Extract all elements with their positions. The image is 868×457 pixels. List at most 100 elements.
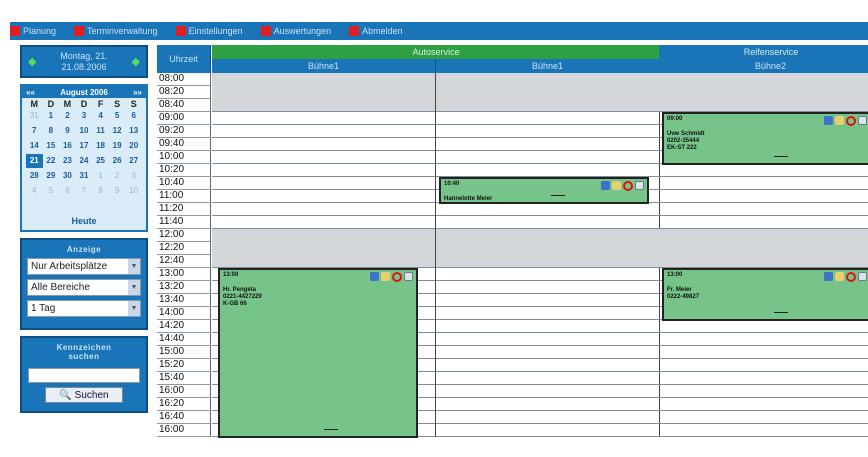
- time-slot[interactable]: [659, 203, 868, 216]
- calendar-day[interactable]: 17: [76, 139, 93, 153]
- time-slot[interactable]: [212, 151, 435, 164]
- time-slot[interactable]: [436, 164, 659, 177]
- time-slot[interactable]: [659, 359, 868, 372]
- cancel-icon[interactable]: [392, 272, 402, 282]
- calendar-day-selected[interactable]: 21: [26, 154, 43, 168]
- calendar-day[interactable]: 7: [26, 124, 43, 138]
- time-slot[interactable]: [212, 190, 435, 203]
- calendar-day[interactable]: 12: [109, 124, 126, 138]
- calendar-day[interactable]: 26: [109, 154, 126, 168]
- calendar-day[interactable]: 5: [43, 184, 60, 198]
- calendar-day[interactable]: 5: [109, 109, 126, 123]
- calendar-day[interactable]: 3: [76, 109, 93, 123]
- calendar-day[interactable]: 14: [26, 139, 43, 153]
- info-icon[interactable]: [370, 272, 379, 281]
- calendar-day[interactable]: 15: [43, 139, 60, 153]
- time-slot[interactable]: [659, 385, 868, 398]
- calendar-day[interactable]: 6: [125, 109, 142, 123]
- cancel-icon[interactable]: [846, 116, 856, 126]
- appointment[interactable]: 13:00 Hr. Pengeta 0221-4427229 K-GB 66: [218, 268, 418, 438]
- time-slot[interactable]: [436, 346, 659, 359]
- time-slot[interactable]: [436, 125, 659, 138]
- info-icon[interactable]: [601, 181, 610, 190]
- calendar-day[interactable]: 2: [59, 109, 76, 123]
- time-slot[interactable]: [436, 307, 659, 320]
- time-slot[interactable]: [659, 333, 868, 346]
- calendar-day[interactable]: 7: [76, 184, 93, 198]
- calendar-day[interactable]: 24: [76, 154, 93, 168]
- time-slot[interactable]: [436, 359, 659, 372]
- resize-handle[interactable]: [323, 429, 338, 430]
- time-slot[interactable]: [436, 268, 659, 281]
- time-slot[interactable]: [436, 424, 659, 437]
- time-slot[interactable]: [212, 138, 435, 151]
- time-slot[interactable]: [436, 112, 659, 125]
- calendar-day[interactable]: 10: [76, 124, 93, 138]
- time-slot[interactable]: [436, 138, 659, 151]
- calendar-day[interactable]: 19: [109, 139, 126, 153]
- calendar-day[interactable]: 6: [59, 184, 76, 198]
- today-link[interactable]: Heute: [22, 216, 146, 226]
- time-slot[interactable]: [436, 203, 659, 216]
- time-slot[interactable]: [659, 372, 868, 385]
- menu-item-1[interactable]: Terminverwaltung: [74, 22, 158, 40]
- time-slot[interactable]: [659, 398, 868, 411]
- calendar-day[interactable]: 9: [109, 184, 126, 198]
- plate-search-input[interactable]: [28, 368, 140, 383]
- time-slot[interactable]: [436, 333, 659, 346]
- time-slot[interactable]: [659, 216, 868, 229]
- time-slot[interactable]: [436, 411, 659, 424]
- time-slot[interactable]: [659, 164, 868, 177]
- edit-icon[interactable]: [835, 272, 844, 281]
- time-slot[interactable]: [212, 216, 435, 229]
- calendar-day[interactable]: 3: [125, 169, 142, 183]
- menu-item-4[interactable]: Abmelden: [349, 22, 403, 40]
- time-slot[interactable]: [659, 411, 868, 424]
- calendar-day[interactable]: 25: [92, 154, 109, 168]
- move-icon[interactable]: [858, 116, 867, 125]
- calendar-day[interactable]: 20: [125, 139, 142, 153]
- time-slot[interactable]: [212, 112, 435, 125]
- time-slot[interactable]: [659, 190, 868, 203]
- time-slot[interactable]: [212, 203, 435, 216]
- info-icon[interactable]: [824, 116, 833, 125]
- time-slot[interactable]: [436, 151, 659, 164]
- search-button[interactable]: 🔍 Suchen: [45, 387, 123, 403]
- calendar-day[interactable]: 2: [109, 169, 126, 183]
- appointment[interactable]: 10:40 Hannelotte Meier: [439, 177, 649, 204]
- move-icon[interactable]: [635, 181, 644, 190]
- calendar-day[interactable]: 8: [92, 184, 109, 198]
- time-slot[interactable]: [212, 125, 435, 138]
- workplace-filter-select[interactable]: Nur Arbeitsplätze ▼: [27, 258, 141, 275]
- resize-handle[interactable]: [773, 156, 788, 157]
- calendar-day[interactable]: 4: [26, 184, 43, 198]
- time-slot[interactable]: [436, 281, 659, 294]
- time-slot[interactable]: [659, 177, 868, 190]
- cancel-icon[interactable]: [623, 181, 633, 191]
- time-slot[interactable]: [659, 346, 868, 359]
- time-slot[interactable]: [436, 320, 659, 333]
- calendar-day[interactable]: 31: [76, 169, 93, 183]
- calendar-day[interactable]: 28: [26, 169, 43, 183]
- time-slot[interactable]: [436, 398, 659, 411]
- calendar-day[interactable]: 13: [125, 124, 142, 138]
- info-icon[interactable]: [824, 272, 833, 281]
- range-select[interactable]: 1 Tag ▼: [27, 300, 141, 317]
- edit-icon[interactable]: [612, 181, 621, 190]
- menu-item-2[interactable]: Einstellungen: [175, 22, 243, 40]
- calendar-day[interactable]: 16: [59, 139, 76, 153]
- edit-icon[interactable]: [381, 272, 390, 281]
- resize-handle[interactable]: [773, 312, 788, 313]
- calendar-day[interactable]: 27: [125, 154, 142, 168]
- calendar-day[interactable]: 8: [43, 124, 60, 138]
- calendar-day[interactable]: 10: [125, 184, 142, 198]
- calendar-day[interactable]: 29: [43, 169, 60, 183]
- appointment[interactable]: 09:00 Uwe Schmidt 0202-35444 EK-ST 222: [662, 112, 868, 165]
- calendar-day[interactable]: 1: [92, 169, 109, 183]
- time-slot[interactable]: [659, 424, 868, 437]
- time-slot[interactable]: [436, 294, 659, 307]
- time-slot[interactable]: [212, 164, 435, 177]
- move-icon[interactable]: [858, 272, 867, 281]
- time-slot[interactable]: [436, 216, 659, 229]
- calendar-day[interactable]: 9: [59, 124, 76, 138]
